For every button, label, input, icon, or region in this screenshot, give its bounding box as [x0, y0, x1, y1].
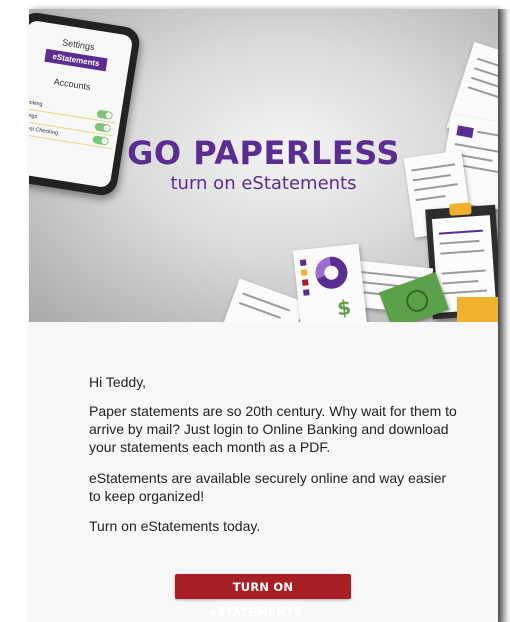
document-icon: [222, 278, 306, 322]
hero-title: GO PAPERLESS: [127, 134, 400, 172]
chevron-right-icon: ›: [312, 605, 318, 619]
body-paragraph: Turn on eStatements today.: [89, 518, 261, 534]
greeting: Hi Teddy,: [89, 374, 147, 390]
phone-accounts-label: Accounts: [53, 76, 92, 93]
donut-chart-icon: [313, 255, 350, 291]
body-paragraph: eStatements are available securely onlin…: [89, 470, 447, 504]
dollar-icon: $: [335, 294, 353, 321]
body-paragraph: Paper statements are so 20th century. Wh…: [89, 403, 457, 455]
toggle-icon: [94, 122, 112, 133]
toggle-icon: [96, 109, 114, 120]
top-margin: [29, 0, 498, 9]
window-edge-shadow: [498, 9, 510, 622]
hero-subtitle: turn on eStatements: [170, 173, 357, 194]
hero-banner: Settings eStatements Accounts Checking S…: [29, 9, 498, 322]
folder-icon: [457, 297, 498, 322]
turn-on-estatements-button[interactable]: TURN ON eSTATEMENTS ›: [175, 574, 351, 619]
phone-row-label: Savings: [29, 111, 38, 121]
report-document-icon: $: [292, 243, 368, 322]
phone-row-label: Checking: [29, 98, 43, 108]
clip-icon: [448, 202, 472, 216]
cta-label: TURN ON eSTATEMENTS: [208, 580, 303, 619]
email-body: Settings eStatements Accounts Checking S…: [29, 9, 498, 622]
email-content: Hi Teddy, Paper statements are so 20th c…: [29, 322, 498, 622]
